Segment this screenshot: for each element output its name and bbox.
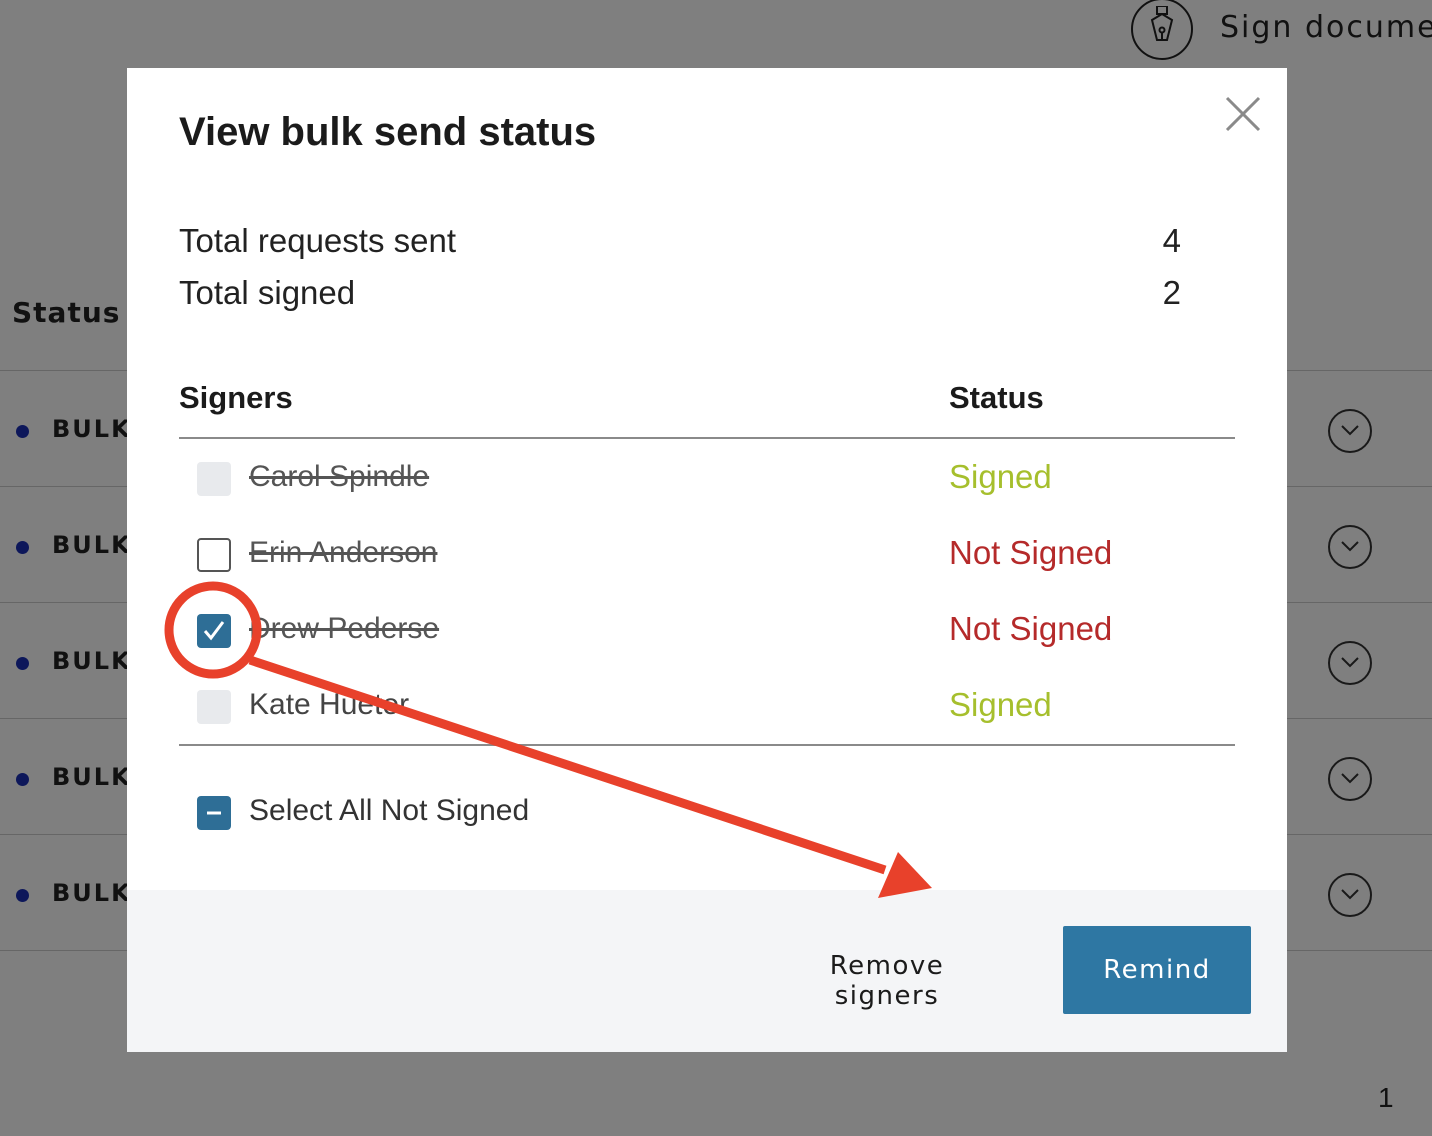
signers-column-header: Signers xyxy=(179,380,293,415)
checkmark-icon xyxy=(203,621,225,641)
remind-button[interactable]: Remind xyxy=(1063,926,1251,1014)
signer-checkbox xyxy=(197,690,231,724)
signer-checkbox[interactable] xyxy=(197,538,231,572)
signer-status: Signed xyxy=(949,686,1052,723)
select-all-not-signed[interactable]: Select All Not Signed xyxy=(179,780,779,840)
dialog-title: View bulk send status xyxy=(179,110,597,154)
remove-signers-button[interactable]: Remove signers xyxy=(767,950,1007,1011)
signer-status: Not Signed xyxy=(949,610,1113,647)
total-sent-label: Total requests sent xyxy=(179,222,456,259)
close-icon[interactable] xyxy=(1223,94,1263,134)
minus-icon xyxy=(207,811,221,815)
total-sent-value: 4 xyxy=(1162,222,1181,259)
select-all-checkbox[interactable] xyxy=(197,796,231,830)
signer-row: Carol Spindle Signed xyxy=(179,446,1235,508)
signer-status: Not Signed xyxy=(949,534,1113,571)
signer-status: Signed xyxy=(949,458,1052,495)
bulk-send-status-dialog: View bulk send status Total requests sen… xyxy=(127,68,1287,1052)
total-signed-label: Total signed xyxy=(179,274,356,311)
signer-name: Kate Hueter xyxy=(249,688,410,721)
signer-row[interactable]: Drew Pederse Not Signed xyxy=(179,598,1235,660)
signer-checkbox[interactable] xyxy=(197,614,231,648)
signer-row: Kate Hueter Signed xyxy=(179,674,1235,736)
dialog-footer: Remove signers Remind xyxy=(127,890,1287,1052)
signer-checkbox xyxy=(197,462,231,496)
select-all-label: Select All Not Signed xyxy=(249,794,530,827)
signer-name: Erin Anderson xyxy=(249,536,438,569)
status-column-header: Status xyxy=(949,380,1044,415)
table-bottom-divider xyxy=(179,744,1235,746)
signer-row[interactable]: Erin Anderson Not Signed xyxy=(179,522,1235,584)
table-top-divider xyxy=(179,437,1235,439)
signer-name: Carol Spindle xyxy=(249,460,430,493)
total-signed-value: 2 xyxy=(1162,274,1181,311)
signer-name: Drew Pederse xyxy=(249,612,440,645)
